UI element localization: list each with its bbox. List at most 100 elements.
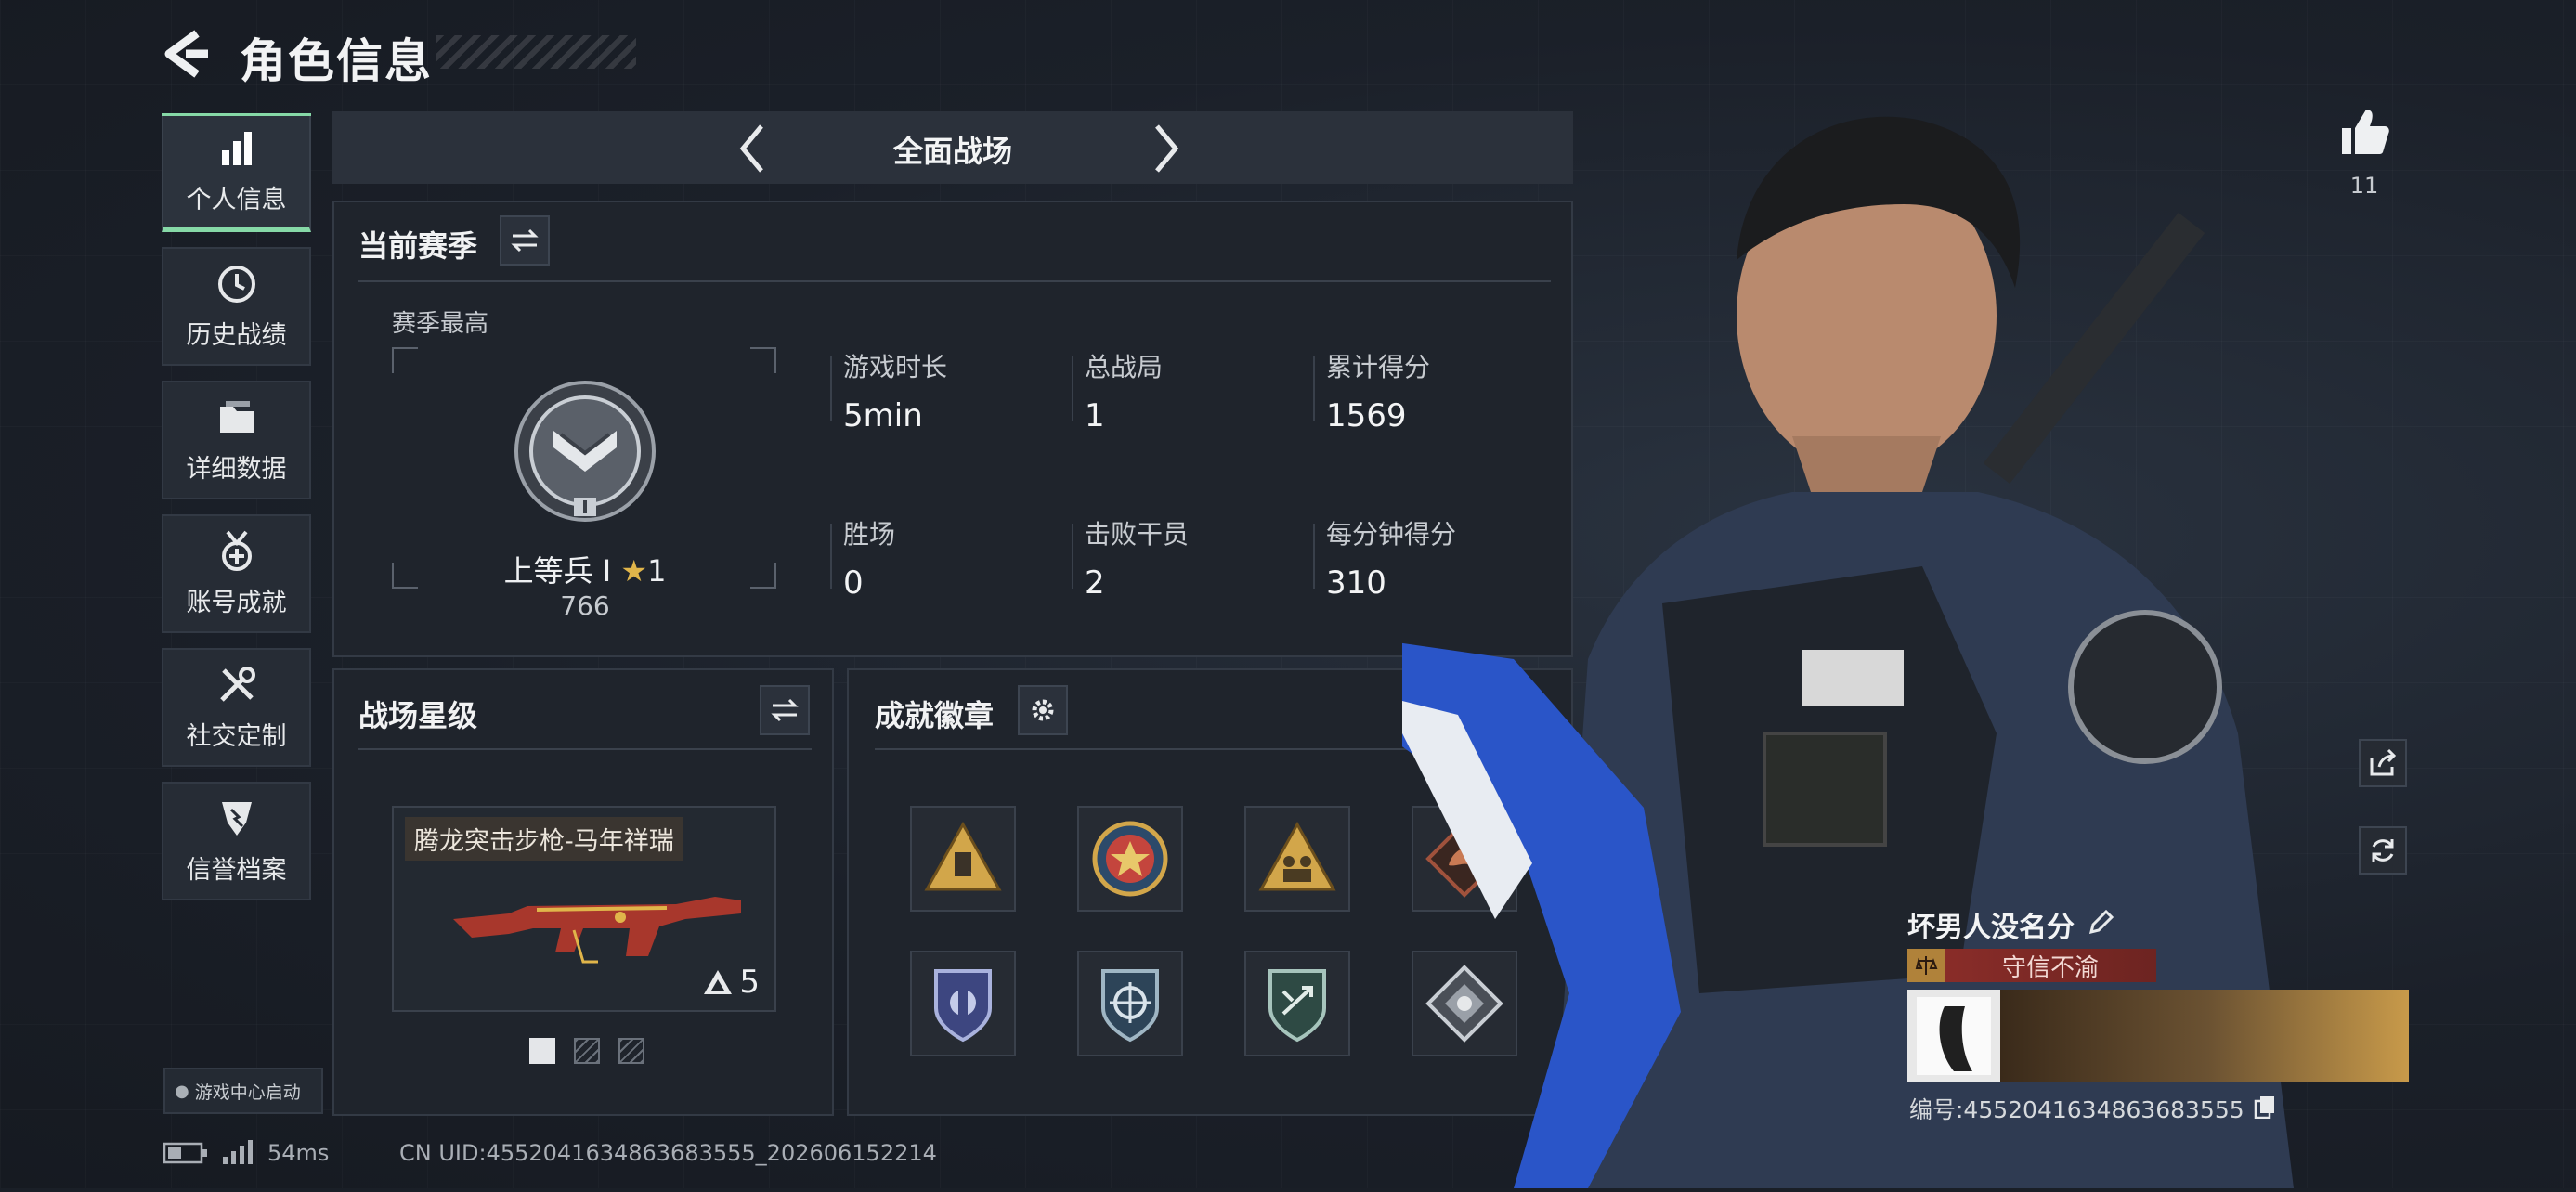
status-bar: 54ms: [163, 1140, 329, 1166]
crosshair-shield-badge-icon: [1101, 969, 1159, 1043]
sidebar-item-label: 社交定制: [186, 721, 287, 751]
battery-icon: [163, 1142, 207, 1164]
share-icon: [2370, 748, 2397, 776]
stat-label: 总战局: [1085, 352, 1164, 382]
badges-settings-button[interactable]: [1018, 685, 1068, 735]
divider: [1072, 524, 1073, 589]
page-indicator: [529, 1038, 644, 1064]
weapon-level: 5: [702, 964, 760, 1001]
badge-slot[interactable]: [1244, 951, 1350, 1056]
swap-icon: [511, 228, 539, 253]
season-best-label: 赛季最高: [392, 310, 489, 338]
bell-icon: ●: [175, 1081, 189, 1101]
season-panel: 当前赛季 赛季最高 上等兵 Ⅰ ★1 766 游戏时长 5min 总战局 1 累: [332, 201, 1573, 657]
rank-name: 上等兵 Ⅰ: [503, 553, 612, 589]
divider: [358, 280, 1551, 282]
title-decoration: [436, 35, 636, 69]
badge-slot[interactable]: [1077, 806, 1183, 912]
folder-icon: [215, 396, 258, 439]
page-title: 角色信息: [240, 34, 433, 88]
stat-value: 1: [1085, 397, 1105, 434]
player-banner[interactable]: [1907, 990, 2409, 1082]
weapon-name: 腾龙突击步枪-马年祥瑞: [405, 817, 683, 861]
sidebar-item-detail-data[interactable]: 详细数据: [162, 381, 311, 499]
star-level-switch-button[interactable]: [760, 685, 810, 735]
pencil-icon: [2088, 909, 2114, 935]
sidebar-item-history[interactable]: 历史战绩: [162, 247, 311, 366]
sidebar-item-label: 账号成就: [186, 588, 287, 617]
player-id-row: 编号:4552041634863683555: [1909, 1092, 2276, 1125]
page-dot[interactable]: [574, 1038, 600, 1064]
edit-name-button[interactable]: [2088, 909, 2114, 939]
game-center-button[interactable]: ● 游戏中心启动: [163, 1068, 323, 1114]
stat-value: 2: [1085, 564, 1105, 602]
player-id: 编号:4552041634863683555: [1909, 1096, 2244, 1123]
divider: [830, 356, 832, 421]
badge-slot[interactable]: [910, 951, 1016, 1056]
bar-chart-icon: [215, 127, 258, 170]
stat-value: 5min: [843, 397, 923, 434]
refresh-button[interactable]: [2359, 826, 2407, 875]
signal-icon: [223, 1140, 253, 1164]
divider: [1313, 356, 1315, 421]
divider: [358, 748, 812, 750]
badges-title: 成就徽章: [875, 698, 995, 733]
season-title: 当前赛季: [358, 228, 478, 264]
stat-label: 胜场: [843, 519, 896, 550]
rank-points: 766: [560, 590, 610, 621]
stat-operators-defeated: 击败干员 2: [1085, 514, 1189, 602]
badge-slot[interactable]: [910, 806, 1016, 912]
divider: [1072, 356, 1073, 421]
back-button[interactable]: [158, 28, 214, 80]
divider: [830, 524, 832, 589]
weapon-level-value: 5: [739, 964, 760, 1001]
weapon-card[interactable]: 腾龙突击步枪-马年祥瑞 5: [392, 806, 776, 1012]
achievement-medal-icon: [215, 530, 258, 573]
mode-selector: 全面战场: [332, 111, 1573, 184]
sidebar-item-label: 信誉档案: [186, 855, 287, 885]
star-level-panel: 战场星级 腾龙突击步枪-马年祥瑞 5: [332, 668, 834, 1116]
stat-value: 0: [843, 564, 864, 602]
game-center-label: 游戏中心启动: [194, 1082, 301, 1103]
badge-slot[interactable]: [1077, 951, 1183, 1056]
uid-text: CN UID:4552041634863683555_202606152214: [399, 1140, 937, 1166]
stat-play-time: 游戏时长 5min: [843, 347, 947, 434]
copy-id-button[interactable]: [2254, 1095, 2276, 1122]
star-medal-badge-icon: [1092, 821, 1168, 897]
sidebar-item-achievements[interactable]: 账号成就: [162, 514, 311, 633]
season-switch-button[interactable]: [500, 215, 550, 266]
badge-slot[interactable]: [1244, 806, 1350, 912]
stat-wins: 胜场 0: [843, 514, 895, 602]
stat-label: 游戏时长: [843, 352, 948, 382]
page-dot[interactable]: [618, 1038, 644, 1064]
avatar: [1917, 997, 1991, 1075]
like-button[interactable]: [2336, 104, 2392, 163]
honor-tag[interactable]: 守信不渝: [1907, 949, 2156, 982]
refresh-icon: [2372, 839, 2394, 862]
player-card: 坏男人没名分 守信不渝 编号:4552041634863683555: [1907, 904, 2409, 1127]
copy-icon: [2254, 1096, 2274, 1120]
sidebar-item-label: 详细数据: [186, 454, 287, 484]
rank-stars: 1: [647, 553, 667, 589]
chevron-right-icon: [1155, 124, 1179, 173]
gear-icon: [1032, 699, 1054, 721]
player-name: 坏男人没名分: [1907, 912, 2075, 944]
like-count: 11: [2349, 173, 2379, 199]
stat-label: 击败干员: [1085, 519, 1190, 550]
honor-tag-label: 守信不渝: [2001, 953, 2099, 982]
triangle-badge-icon: [924, 821, 1002, 891]
star-icon: ★: [620, 553, 648, 589]
page-dot-active[interactable]: [529, 1038, 555, 1064]
player-name-row: 坏男人没名分: [1907, 904, 2114, 945]
sidebar-item-social-custom[interactable]: 社交定制: [162, 648, 311, 767]
rank-emblem-icon: [513, 379, 657, 527]
sidebar-item-personal-info[interactable]: 个人信息: [162, 113, 311, 232]
rifle-icon: [444, 873, 750, 978]
sidebar-item-credit[interactable]: 信誉档案: [162, 782, 311, 900]
prev-mode-button[interactable]: [726, 121, 782, 176]
next-mode-button[interactable]: [1137, 121, 1192, 176]
soldiers-badge-icon: [1258, 821, 1336, 891]
rank-line: 上等兵 Ⅰ ★1: [427, 548, 743, 590]
arrows-shield-badge-icon: [1268, 969, 1326, 1043]
share-button[interactable]: [2359, 739, 2407, 787]
